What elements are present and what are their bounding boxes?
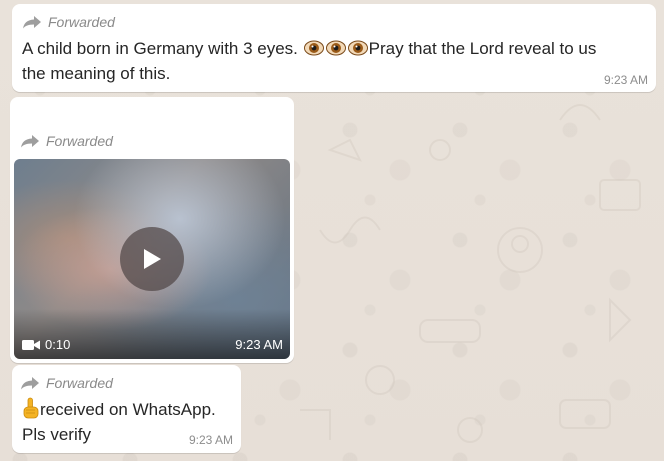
message-bubble-1[interactable]: Forwarded A child born in Germany with 3… [12, 4, 656, 92]
forwarded-label: Forwarded [46, 133, 113, 149]
message-time: 9:23 AM [603, 73, 648, 87]
forwarded-label: Forwarded [46, 375, 113, 391]
forwarded-indicator: Forwarded [20, 133, 113, 149]
video-duration-label: 0:10 [45, 337, 71, 352]
message-text-part: A child born in Germany with 3 eyes. [22, 39, 303, 58]
message-text-part: the meaning of this. [22, 64, 171, 83]
message-time: 9:23 AM [188, 433, 233, 447]
message-text-part: received on WhatsApp. [40, 400, 216, 419]
eye-emoji [325, 40, 346, 56]
pointing-up-emoji [23, 397, 39, 419]
forward-arrow-icon [21, 377, 39, 390]
forwarded-label: Forwarded [48, 14, 115, 30]
forward-arrow-icon [21, 135, 39, 148]
video-camera-icon [22, 339, 40, 350]
video-time: 9:23 AM [235, 337, 283, 352]
play-icon [144, 249, 161, 269]
message-text-part: Pray that the Lord reveal to us [368, 39, 597, 58]
eye-emoji [347, 40, 368, 56]
forwarded-indicator: Forwarded [22, 14, 115, 30]
play-button[interactable] [120, 227, 184, 291]
video-duration: 0:10 [22, 337, 70, 352]
forward-arrow-icon [23, 16, 41, 29]
eye-emoji [303, 40, 324, 56]
message-bubble-3[interactable]: Forwarded received on WhatsApp. Pls veri… [12, 365, 241, 453]
video-thumbnail[interactable]: 0:10 9:23 AM [14, 159, 290, 359]
message-text: A child born in Germany with 3 eyes. Pra… [22, 36, 642, 86]
message-text-part: Pls verify [22, 425, 91, 444]
forwarded-indicator: Forwarded [20, 375, 113, 391]
